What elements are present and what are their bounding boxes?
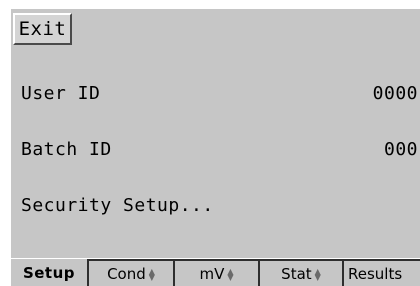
tab-setup[interactable]: Setup	[11, 259, 87, 286]
tab-results-label: Results	[348, 265, 403, 283]
tab-stat[interactable]: Stat ▲ ▼	[258, 259, 342, 286]
up-down-arrow-icon: ▲ ▼	[314, 267, 321, 282]
tab-bar: Setup Cond ▲ ▼ mV ▲ ▼ Stat ▲ ▼ Results	[11, 258, 420, 286]
tab-setup-label: Setup	[22, 264, 76, 282]
tab-mv[interactable]: mV ▲ ▼	[173, 259, 258, 286]
tab-cond[interactable]: Cond ▲ ▼	[87, 259, 173, 286]
security-setup-row[interactable]: Security Setup...	[21, 191, 420, 221]
exit-button[interactable]: Exit	[13, 13, 72, 45]
tab-mv-label: mV	[199, 265, 225, 283]
user-id-value: 0000	[372, 83, 418, 104]
batch-id-row[interactable]: Batch ID 000	[21, 135, 420, 165]
user-id-label: User ID	[21, 83, 101, 104]
instrument-screen: Exit User ID 0000 Batch ID 000 Security …	[11, 9, 420, 286]
user-id-row[interactable]: User ID 0000	[21, 79, 420, 109]
tab-cond-label: Cond	[107, 265, 146, 283]
batch-id-value: 000	[383, 139, 418, 160]
security-setup-label: Security Setup...	[21, 195, 214, 216]
tab-stat-label: Stat	[281, 265, 312, 283]
tab-results[interactable]: Results	[342, 259, 420, 286]
up-down-arrow-icon: ▲ ▼	[148, 267, 155, 282]
batch-id-label: Batch ID	[21, 139, 112, 160]
up-down-arrow-icon: ▲ ▼	[227, 267, 234, 282]
